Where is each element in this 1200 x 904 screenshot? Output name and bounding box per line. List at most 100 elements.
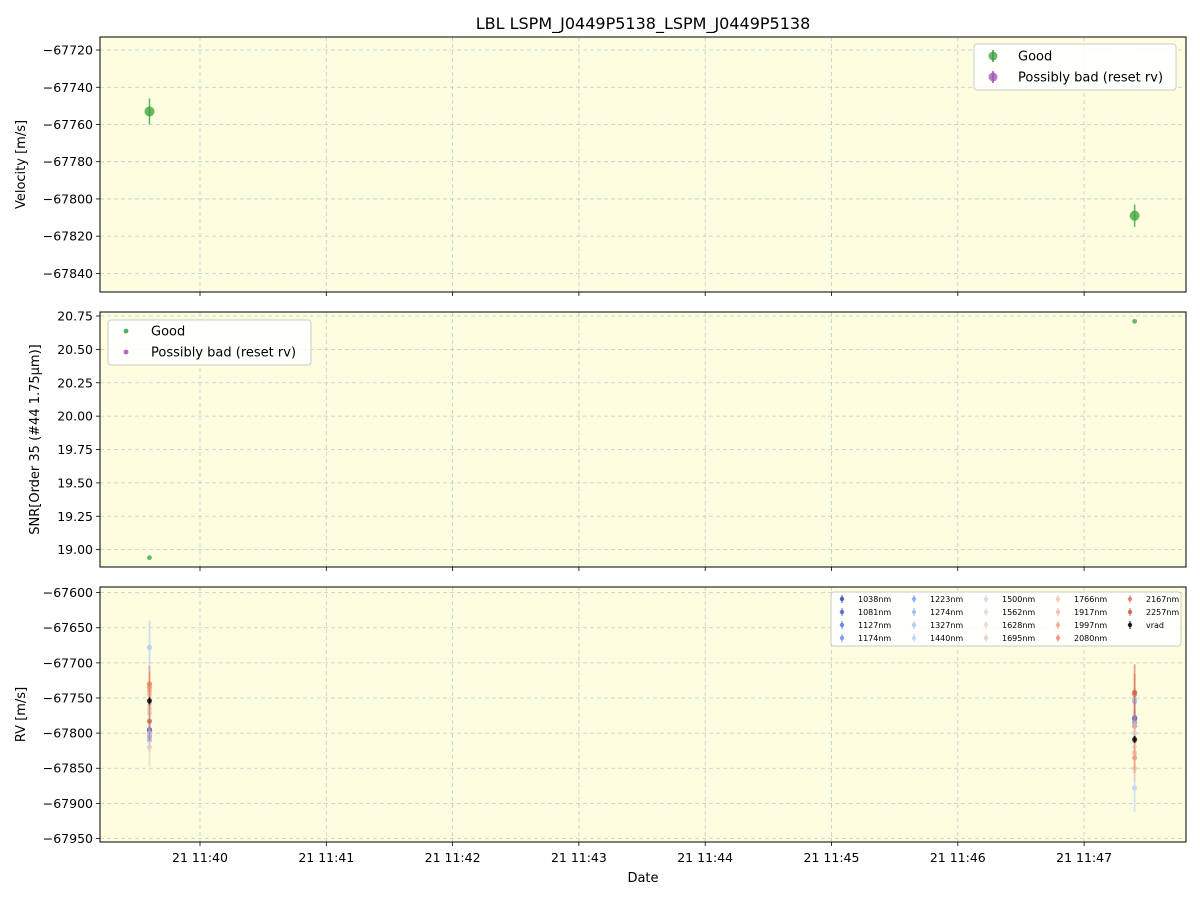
panel-1: −67720 −67740 −67760 −67780 −67800 −67820 −678… bbox=[14, 36, 1187, 296]
legend-marker bbox=[983, 609, 989, 615]
y-tick-label: −67850 bbox=[43, 761, 93, 776]
legend-label: 1997nm bbox=[1074, 621, 1107, 630]
legend-marker bbox=[839, 609, 845, 615]
legend-marker bbox=[1055, 596, 1061, 602]
y-tick-label: −67950 bbox=[43, 831, 93, 846]
legend-marker bbox=[1127, 596, 1133, 602]
legend-marker bbox=[988, 51, 998, 61]
x-axis-label: Date bbox=[627, 871, 658, 886]
y-axis-label: RV [m/s] bbox=[14, 687, 29, 742]
legend-label: 2080nm bbox=[1074, 634, 1107, 643]
x-tick-label: 21 11:45 bbox=[804, 850, 860, 865]
legend-marker bbox=[1127, 609, 1133, 615]
legend-label: vrad bbox=[1146, 621, 1164, 630]
y-tick-label: −67840 bbox=[43, 266, 93, 281]
legend-label: Possibly bad (reset rv) bbox=[151, 346, 296, 361]
legend-label: 1174nm bbox=[858, 634, 891, 643]
y-tick-label: −67750 bbox=[43, 690, 93, 705]
legend-label: 1695nm bbox=[1002, 634, 1035, 643]
data-point bbox=[1132, 318, 1138, 324]
data-point bbox=[146, 644, 153, 651]
y-tick-label: −67820 bbox=[43, 229, 93, 244]
data-point bbox=[146, 718, 153, 724]
legend-marker bbox=[839, 635, 845, 641]
legend-marker bbox=[123, 328, 129, 334]
legend-marker bbox=[1055, 622, 1061, 628]
legend-marker bbox=[983, 622, 989, 628]
legend-label: 1440nm bbox=[930, 634, 963, 643]
y-tick-label: −67740 bbox=[43, 80, 93, 95]
panel-2: 19.00 19.25 19.50 19.75 20.00 20.25 20.50 20.75… bbox=[28, 309, 1187, 571]
y-tick-label: 20.00 bbox=[57, 409, 93, 424]
data-point bbox=[1132, 736, 1138, 743]
y-tick-label: 19.00 bbox=[57, 542, 93, 557]
legend-marker bbox=[988, 72, 998, 82]
y-tick-label: −67800 bbox=[43, 191, 93, 206]
data-point bbox=[1132, 689, 1138, 695]
chart-title: LBL LSPM_J0449P5138_LSPM_J0449P5138 bbox=[476, 14, 811, 34]
x-tick-label: 21 11:43 bbox=[551, 850, 607, 865]
y-tick-label: −67800 bbox=[43, 726, 93, 741]
y-tick-label: 20.25 bbox=[57, 375, 93, 390]
legend-marker bbox=[1127, 622, 1133, 628]
y-tick-label: −67900 bbox=[43, 796, 93, 811]
data-point bbox=[146, 681, 153, 687]
legend-marker bbox=[839, 622, 845, 628]
x-tick-label: 21 11:46 bbox=[930, 850, 986, 865]
legend-marker bbox=[983, 596, 989, 602]
y-axis-label: Velocity [m/s] bbox=[14, 120, 29, 209]
legend-marker bbox=[839, 596, 845, 602]
x-tick-label: 21 11:42 bbox=[425, 850, 481, 865]
legend-marker bbox=[911, 596, 917, 602]
y-tick-label: 19.75 bbox=[57, 442, 93, 457]
legend-label: 1081nm bbox=[858, 608, 891, 617]
legend-label: 1127nm bbox=[858, 621, 891, 630]
legend-label: 1917nm bbox=[1074, 608, 1107, 617]
legend-marker bbox=[911, 635, 917, 641]
legend-label: Good bbox=[151, 325, 185, 340]
figure-svg: −67720 −67740 −67760 −67780 −67800 −67820 −678… bbox=[14, 14, 1187, 886]
legend-marker bbox=[983, 635, 989, 641]
data-point bbox=[147, 555, 152, 561]
y-tick-label: −67650 bbox=[43, 620, 93, 635]
legend-label: Possibly bad (reset rv) bbox=[1018, 71, 1163, 86]
data-point bbox=[146, 698, 153, 704]
legend-label: 2167nm bbox=[1146, 595, 1179, 604]
y-tick-label: 20.75 bbox=[57, 309, 93, 324]
y-tick-label: −67720 bbox=[43, 43, 93, 58]
x-tick-label: 21 11:41 bbox=[298, 850, 354, 865]
y-tick-label: 20.50 bbox=[57, 342, 93, 357]
y-tick-label: 19.50 bbox=[57, 475, 93, 490]
y-axis-label: SNR[Order 35 (#44 1.75μm)] bbox=[28, 344, 43, 535]
legend-label: 1223nm bbox=[930, 595, 963, 604]
data-point bbox=[1132, 785, 1138, 791]
legend-label: 1628nm bbox=[1002, 621, 1035, 630]
y-tick-label: −67780 bbox=[43, 154, 93, 169]
data-point bbox=[1132, 755, 1138, 761]
legend-label: 2257nm bbox=[1146, 608, 1179, 617]
legend-marker bbox=[123, 349, 129, 355]
legend-label: Good bbox=[1018, 50, 1052, 65]
legend-label: 1274nm bbox=[930, 608, 963, 617]
y-tick-label: −67600 bbox=[43, 585, 93, 600]
data-point bbox=[144, 106, 155, 117]
legend-label: 1500nm bbox=[1002, 595, 1035, 604]
legend-marker bbox=[911, 622, 917, 628]
legend-label: 1038nm bbox=[858, 595, 891, 604]
x-tick-label: 21 11:40 bbox=[172, 850, 228, 865]
legend-label: 1562nm bbox=[1002, 608, 1035, 617]
y-tick-label: 19.25 bbox=[57, 509, 93, 524]
legend-label: 1766nm bbox=[1074, 595, 1107, 604]
legend-marker bbox=[1055, 609, 1061, 615]
y-tick-label: −67760 bbox=[43, 117, 93, 132]
panel-3: 21 11:40 21 11:41 21 11:42 21 11:43 21 11:44… bbox=[14, 585, 1187, 865]
legend-label: 1327nm bbox=[930, 621, 963, 630]
x-tick-label: 21 11:47 bbox=[1056, 850, 1112, 865]
y-tick-label: −67700 bbox=[43, 655, 93, 670]
x-tick-label: 21 11:44 bbox=[677, 850, 733, 865]
data-point bbox=[1129, 210, 1140, 221]
chart-figure: −67720 −67740 −67760 −67780 −67800 −67820 −678… bbox=[0, 0, 1200, 900]
legend-marker bbox=[911, 609, 917, 615]
data-point bbox=[1132, 723, 1138, 729]
data-point bbox=[146, 744, 153, 750]
